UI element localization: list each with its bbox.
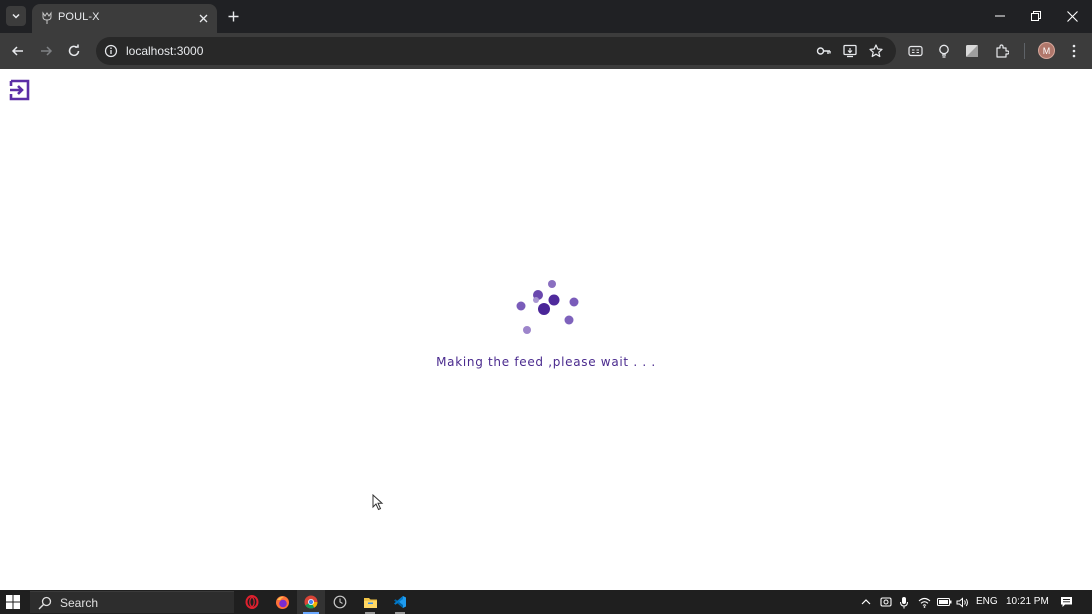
- windows-start-icon[interactable]: [6, 595, 20, 609]
- puzzle-icon: [996, 44, 1009, 58]
- install-app-button[interactable]: [842, 43, 858, 59]
- extension-lightbulb-button[interactable]: [934, 41, 954, 61]
- tab-title: POUL-X: [58, 11, 100, 23]
- search-icon: [38, 596, 52, 610]
- taskbar-app-chrome[interactable]: [297, 590, 325, 614]
- extensions-button[interactable]: [992, 41, 1012, 61]
- restore-button[interactable]: [1020, 4, 1052, 28]
- battery-icon: [936, 598, 951, 606]
- browser-tab-strip: POUL-X: [0, 0, 1092, 33]
- chrome-icon: [304, 595, 318, 609]
- star-icon: [869, 44, 883, 58]
- image-extension-icon: [966, 45, 978, 57]
- extension-image-button[interactable]: [962, 41, 982, 61]
- search-label: Search: [60, 596, 99, 610]
- taskbar-app-clock[interactable]: [326, 590, 354, 614]
- reload-button[interactable]: [64, 41, 84, 61]
- reading-mode-button[interactable]: [905, 41, 925, 61]
- spinner-dot: [516, 301, 526, 311]
- install-icon: [842, 44, 857, 58]
- taskbar-app-opera[interactable]: [238, 590, 266, 614]
- browser-toolbar: localhost:3000 M: [0, 33, 1092, 69]
- volume-icon: [956, 596, 968, 608]
- file-explorer-icon: [363, 597, 377, 608]
- loading-spinner: [516, 280, 579, 334]
- loading-message: Making the feed ,please wait . . .: [436, 355, 656, 369]
- profile-avatar[interactable]: M: [1038, 42, 1055, 59]
- notifications-button[interactable]: [1058, 594, 1074, 610]
- spinner-dot: [533, 297, 539, 303]
- back-button[interactable]: [8, 41, 28, 61]
- chevron-up-icon: [861, 599, 871, 605]
- restore-icon: [1031, 11, 1041, 21]
- tray-wifi[interactable]: [917, 594, 931, 610]
- tab-close-button[interactable]: [195, 10, 211, 26]
- plus-icon: [228, 11, 238, 21]
- site-info-icon[interactable]: [104, 44, 118, 58]
- close-icon: [1066, 10, 1078, 22]
- password-key-button[interactable]: [816, 43, 832, 59]
- bookmark-button[interactable]: [868, 43, 884, 59]
- taskbar-app-firefox[interactable]: [268, 590, 296, 614]
- vscode-icon: [394, 596, 406, 608]
- spinner-dot: [548, 280, 556, 288]
- spinner-dot: [564, 315, 574, 325]
- wifi-icon: [918, 597, 930, 608]
- clock-icon: [333, 595, 347, 609]
- minimize-button[interactable]: [984, 4, 1016, 28]
- browser-menu-button[interactable]: [1064, 41, 1084, 61]
- minimize-icon: [995, 15, 1005, 17]
- tulip-icon: [42, 11, 52, 24]
- taskbar-app-file-explorer[interactable]: [356, 590, 384, 614]
- spinner-dot: [538, 303, 550, 315]
- firefox-icon: [275, 595, 289, 609]
- show-hidden-icons-button[interactable]: [860, 594, 872, 610]
- taskbar-search-box[interactable]: Search: [30, 591, 234, 613]
- toolbar-separator: [1024, 43, 1025, 59]
- spinner-dot: [569, 297, 579, 307]
- opera-icon: [245, 595, 259, 609]
- tray-microphone[interactable]: [898, 594, 910, 610]
- chevron-down-icon: [12, 13, 20, 19]
- windows-taskbar: Search ENG 10:21 PM: [0, 590, 1092, 614]
- new-tab-button[interactable]: [225, 8, 241, 24]
- url-text[interactable]: localhost:3000: [126, 44, 203, 58]
- notification-icon: [1060, 597, 1072, 607]
- tray-battery[interactable]: [936, 594, 952, 610]
- mouse-cursor-icon: [372, 494, 384, 511]
- logout-icon: [9, 79, 30, 101]
- microphone-icon: [900, 596, 908, 608]
- system-clock[interactable]: 10:21 PM: [1006, 596, 1049, 607]
- lightbulb-icon: [939, 44, 949, 58]
- browser-tab[interactable]: POUL-X: [32, 4, 217, 33]
- tray-volume[interactable]: [955, 594, 969, 610]
- camera-icon: [880, 597, 892, 607]
- close-window-button[interactable]: [1056, 4, 1088, 28]
- arrow-right-icon: [41, 46, 53, 56]
- language-indicator[interactable]: ENG: [976, 596, 998, 607]
- tab-search-button[interactable]: [6, 6, 26, 26]
- reading-mode-icon: [907, 45, 923, 57]
- tray-meet-now[interactable]: [879, 594, 893, 610]
- spinner-dot: [548, 294, 560, 306]
- key-icon: [816, 47, 831, 55]
- close-icon: [199, 14, 207, 22]
- more-vertical-icon: [1072, 44, 1076, 58]
- address-bar[interactable]: localhost:3000: [96, 37, 896, 65]
- forward-button[interactable]: [36, 41, 56, 61]
- page-viewport: Making the feed ,please wait . . .: [0, 69, 1092, 590]
- arrow-left-icon: [11, 46, 23, 56]
- taskbar-app-vscode[interactable]: [386, 590, 414, 614]
- reload-icon: [68, 44, 80, 57]
- logout-button[interactable]: [8, 78, 32, 102]
- spinner-dot: [523, 326, 531, 334]
